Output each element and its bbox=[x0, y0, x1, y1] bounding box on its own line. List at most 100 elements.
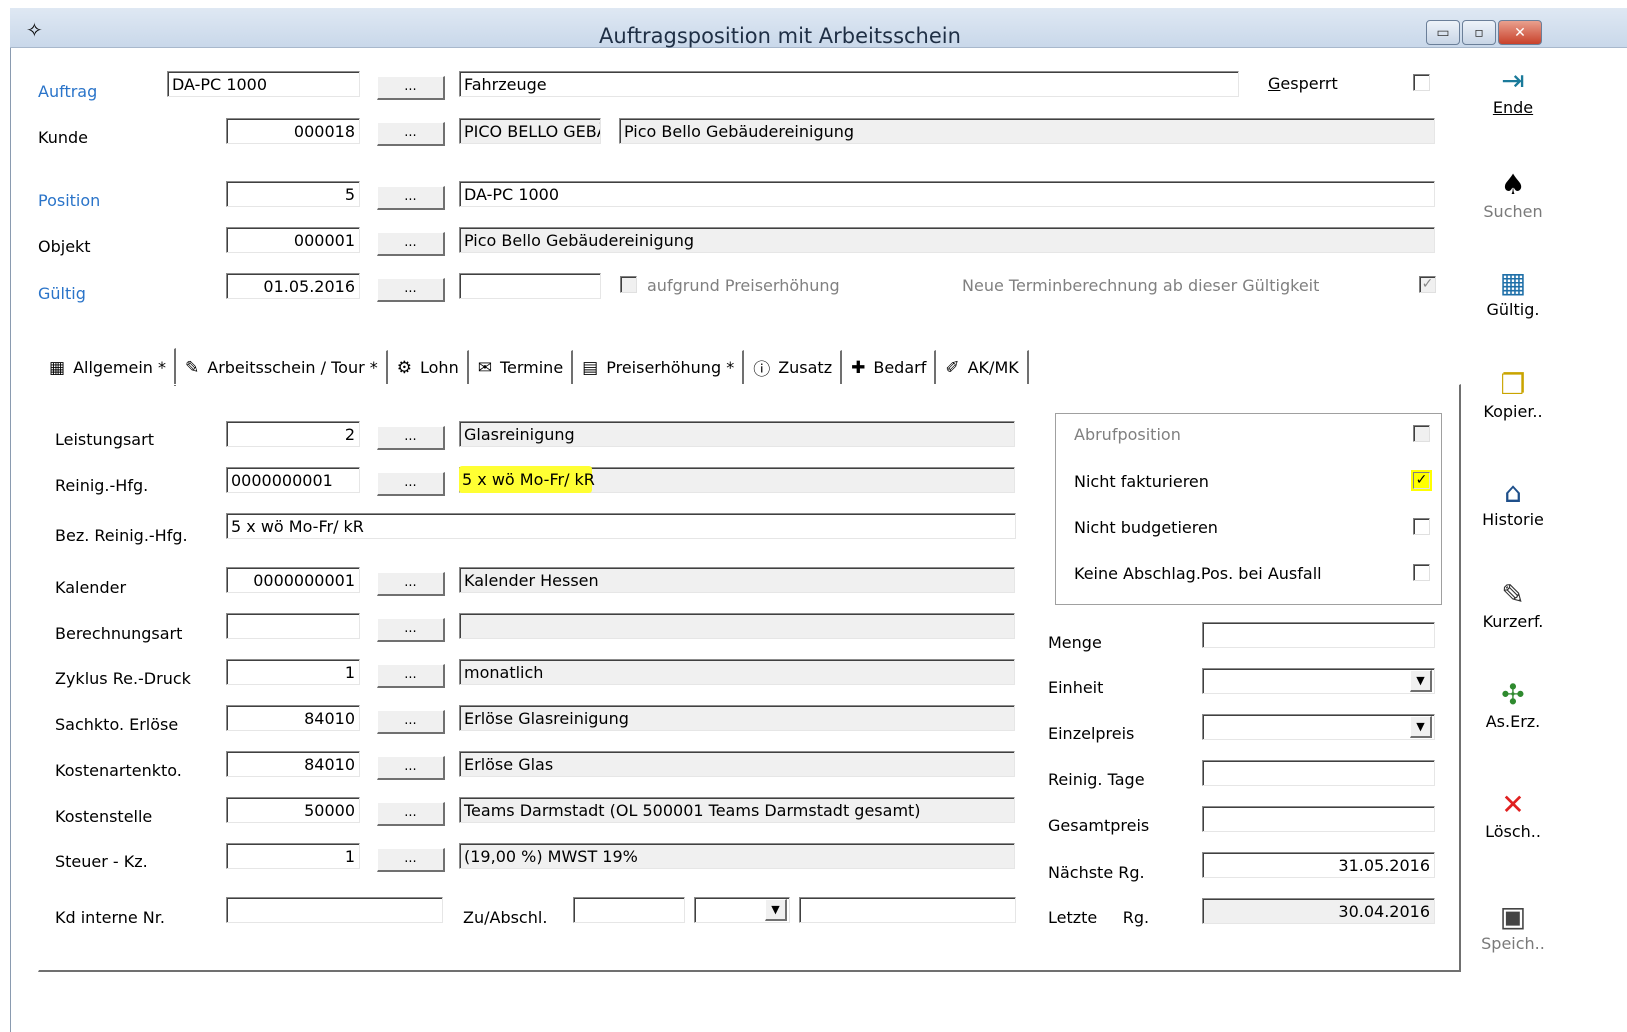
historie-button[interactable]: ⌂ Historie bbox=[1474, 476, 1552, 529]
objekt-description: Pico Bello Gebäudereinigung bbox=[459, 227, 1435, 253]
kd-interne-nr-input[interactable] bbox=[226, 897, 443, 923]
auftrag-lookup-button[interactable]: ... bbox=[377, 76, 445, 100]
kostenartenkto-input[interactable]: 84010 bbox=[226, 751, 360, 777]
sachkto-lookup-button[interactable]: ... bbox=[377, 710, 445, 734]
loeschen-button[interactable]: ✕ Lösch.. bbox=[1474, 788, 1552, 841]
gueltig-extra-input[interactable] bbox=[459, 273, 601, 299]
gueltig-sidebar-label: Gültig. bbox=[1486, 300, 1540, 319]
terminberechnung-checkbox[interactable]: ✓ bbox=[1419, 276, 1436, 293]
gueltig-lookup-button[interactable]: ... bbox=[377, 278, 445, 302]
kalender-label: Kalender bbox=[55, 578, 127, 597]
position-label[interactable]: Position bbox=[38, 191, 100, 210]
calendar-icon: ▦ bbox=[1499, 266, 1527, 299]
tab-zusatz[interactable]: ⓘ Zusatz bbox=[744, 350, 843, 384]
einheit-dropdown-icon[interactable]: ▼ bbox=[1410, 670, 1432, 692]
preiserhoehung-checkbox[interactable] bbox=[620, 276, 637, 293]
title-bar: ✧ Auftragsposition mit Arbeitsschein ▭ ▫… bbox=[10, 8, 1627, 48]
preiserhoehung-tab-icon: ▤ bbox=[582, 357, 599, 378]
zyklus-input[interactable]: 1 bbox=[226, 659, 360, 685]
position-lookup-button[interactable]: ... bbox=[377, 186, 445, 210]
tab-termine[interactable]: ✉ Termine bbox=[468, 350, 574, 384]
ende-button[interactable]: ⇥ Ende bbox=[1474, 64, 1552, 117]
bez-reinig-hfg-input[interactable]: 5 x wö Mo-Fr/ kR bbox=[226, 513, 1016, 539]
gueltig-button[interactable]: ▦ Gültig. bbox=[1474, 266, 1552, 319]
kunde-input[interactable]: 000018 bbox=[226, 118, 360, 144]
nicht-fakturieren-checkbox[interactable]: ✓ bbox=[1413, 472, 1430, 489]
gesperrt-checkbox[interactable] bbox=[1413, 74, 1430, 91]
tab-bedarf[interactable]: ✚ Bedarf bbox=[842, 350, 937, 384]
objekt-lookup-button[interactable]: ... bbox=[377, 232, 445, 256]
position-description[interactable]: DA-PC 1000 bbox=[459, 181, 1435, 207]
reinig-hfg-input[interactable]: 0000000001 bbox=[226, 467, 360, 493]
reinig-tage-input[interactable] bbox=[1202, 760, 1435, 786]
zyklus-lookup-button[interactable]: ... bbox=[377, 664, 445, 688]
leistungsart-input[interactable]: 2 bbox=[226, 421, 360, 447]
berechnungsart-input[interactable] bbox=[226, 613, 360, 639]
gueltig-label[interactable]: Gültig bbox=[38, 284, 86, 303]
einheit-select[interactable] bbox=[1202, 668, 1435, 694]
gesperrt-label: Gesperrt bbox=[1268, 74, 1338, 93]
terminberechnung-label: Neue Terminberechnung ab dieser Gültigke… bbox=[962, 276, 1320, 295]
reinig-hfg-description-text: 5 x wö Mo-Fr/ kR bbox=[462, 470, 595, 489]
auftrag-input[interactable]: DA-PC 1000 bbox=[167, 71, 360, 97]
termine-tab-icon: ✉ bbox=[477, 357, 492, 378]
tab-arbeitsschein[interactable]: ✎ Arbeitsschein / Tour * bbox=[176, 350, 388, 384]
as-erz-label: As.Erz. bbox=[1485, 712, 1541, 731]
kunde-label: Kunde bbox=[38, 128, 88, 147]
tab-lohn-label: Lohn bbox=[420, 358, 459, 377]
menge-input[interactable] bbox=[1202, 622, 1435, 648]
close-button[interactable]: ✕ bbox=[1498, 20, 1542, 45]
maximize-button[interactable]: ▫ bbox=[1462, 20, 1496, 45]
speichern-button[interactable]: ▣ Speich.. bbox=[1474, 900, 1552, 953]
abrufposition-checkbox[interactable] bbox=[1413, 425, 1430, 442]
objekt-input[interactable]: 000001 bbox=[226, 227, 360, 253]
tab-lohn[interactable]: ⚙ Lohn bbox=[387, 350, 469, 384]
steuer-input[interactable]: 1 bbox=[226, 843, 360, 869]
gesamtpreis-input[interactable] bbox=[1202, 806, 1435, 832]
gueltig-date-input[interactable]: 01.05.2016 bbox=[226, 273, 360, 299]
zusatz-tab-icon: ⓘ bbox=[753, 360, 771, 380]
steuer-description: (19,00 %) MWST 19% bbox=[459, 843, 1015, 869]
kopieren-button[interactable]: ❐ Kopier.. bbox=[1474, 368, 1552, 421]
tab-allgemein[interactable]: ▦ Allgemein * bbox=[40, 348, 176, 386]
position-input[interactable]: 5 bbox=[226, 181, 360, 207]
auftrag-description[interactable]: Fahrzeuge bbox=[459, 71, 1239, 97]
kunde-short-name: PICO BELLO GEBÄ bbox=[459, 118, 601, 144]
kurzerf-button[interactable]: ✎ Kurzerf. bbox=[1474, 578, 1552, 631]
tab-akmk[interactable]: ✐ AK/MK bbox=[936, 350, 1029, 384]
kurzerf-label: Kurzerf. bbox=[1482, 612, 1544, 631]
as-erz-button[interactable]: ✣ As.Erz. bbox=[1474, 678, 1552, 731]
zu-abschl-text-input[interactable] bbox=[799, 897, 1016, 923]
speichern-label: Speich.. bbox=[1481, 934, 1545, 953]
naechste-rg-input[interactable]: 31.05.2016 bbox=[1202, 852, 1435, 878]
leistungsart-lookup-button[interactable]: ... bbox=[377, 426, 445, 450]
keine-abschlag-checkbox[interactable] bbox=[1413, 564, 1430, 581]
auftrag-label[interactable]: Auftrag bbox=[38, 82, 97, 101]
steuer-lookup-button[interactable]: ... bbox=[377, 848, 445, 872]
berechnungsart-lookup-button[interactable]: ... bbox=[377, 618, 445, 642]
preiserhoehung-label: aufgrund Preiserhöhung bbox=[647, 276, 840, 295]
lohn-tab-icon: ⚙ bbox=[396, 357, 412, 378]
kalender-lookup-button[interactable]: ... bbox=[377, 572, 445, 596]
naechste-rg-label: Nächste Rg. bbox=[1048, 863, 1145, 882]
sachkto-input[interactable]: 84010 bbox=[226, 705, 360, 731]
kostenartenkto-lookup-button[interactable]: ... bbox=[377, 756, 445, 780]
einzelpreis-label: Einzelpreis bbox=[1048, 724, 1135, 743]
einzelpreis-select[interactable] bbox=[1202, 714, 1435, 740]
sachkto-label: Sachkto. Erlöse bbox=[55, 715, 179, 734]
kd-interne-nr-label: Kd interne Nr. bbox=[55, 908, 165, 927]
reinig-hfg-lookup-button[interactable]: ... bbox=[377, 472, 445, 496]
zu-abschl-dropdown-icon[interactable]: ▼ bbox=[765, 899, 787, 921]
binoculars-icon: ♠ bbox=[1500, 168, 1526, 201]
tab-zusatz-label: Zusatz bbox=[778, 358, 833, 377]
nicht-budgetieren-checkbox[interactable] bbox=[1413, 518, 1430, 535]
minimize-button[interactable]: ▭ bbox=[1426, 20, 1460, 45]
kostenstelle-lookup-button[interactable]: ... bbox=[377, 802, 445, 826]
einzelpreis-dropdown-icon[interactable]: ▼ bbox=[1410, 716, 1432, 738]
suchen-button[interactable]: ♠ Suchen bbox=[1474, 168, 1552, 221]
kalender-input[interactable]: 0000000001 bbox=[226, 567, 360, 593]
kostenstelle-input[interactable]: 50000 bbox=[226, 797, 360, 823]
tab-preiserhoehung[interactable]: ▤ Preiserhöhung * bbox=[573, 350, 745, 384]
zu-abschl-input[interactable] bbox=[573, 897, 685, 923]
kunde-lookup-button[interactable]: ... bbox=[377, 122, 445, 146]
